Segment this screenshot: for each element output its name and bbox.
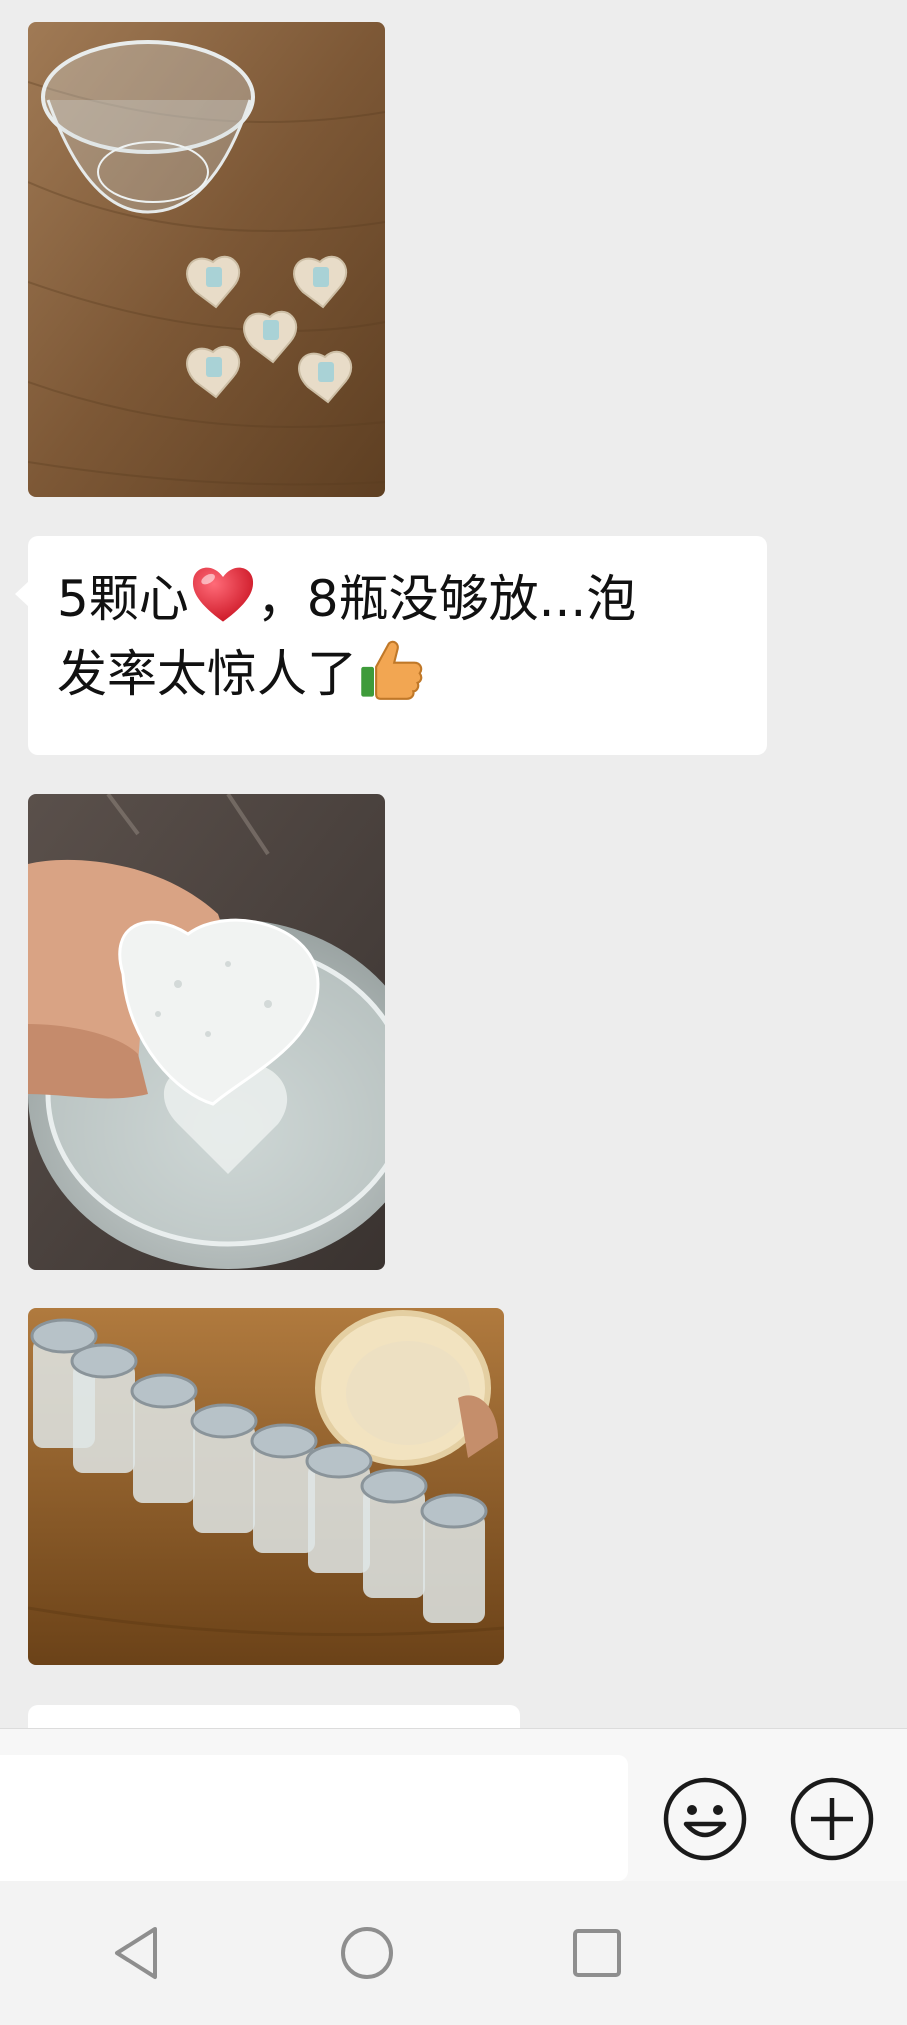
- message-line-2: 发率太惊人了: [57, 635, 741, 710]
- circle-home-icon[interactable]: [335, 1921, 399, 1985]
- chat-area[interactable]: 5颗心 ，8瓶没够放...泡 发率太惊人了: [0, 0, 907, 1728]
- message-line-1: 5颗心 ，8瓶没够放...泡: [57, 560, 741, 635]
- chat-input-bar: [0, 1728, 907, 1882]
- message-input[interactable]: [0, 1755, 628, 1881]
- text-message-bubble[interactable]: 5颗心 ，8瓶没够放...泡 发率太惊人了: [15, 536, 767, 755]
- square-recents-icon[interactable]: [565, 1921, 629, 1985]
- message-text-part: 发率太惊人了: [57, 645, 357, 703]
- message-text-part: ，8瓶没够放...泡: [256, 570, 637, 628]
- chat-image-row-of-jars[interactable]: [28, 1308, 504, 1665]
- chat-image-hearts-on-table[interactable]: [28, 22, 385, 497]
- smiley-icon[interactable]: [662, 1776, 748, 1862]
- red-heart-emoji-icon: [189, 560, 257, 628]
- chat-image-hand-holding-heart[interactable]: [28, 794, 385, 1270]
- thumbs-up-emoji-icon: [357, 635, 425, 703]
- triangle-back-icon[interactable]: [105, 1921, 169, 1985]
- system-navigation-bar: [0, 1881, 907, 2025]
- bubble-tail: [15, 581, 29, 607]
- plus-circle-icon[interactable]: [789, 1776, 875, 1862]
- text-message-bubble-partial[interactable]: [28, 1705, 520, 1728]
- message-text-part: 5颗心: [57, 570, 189, 628]
